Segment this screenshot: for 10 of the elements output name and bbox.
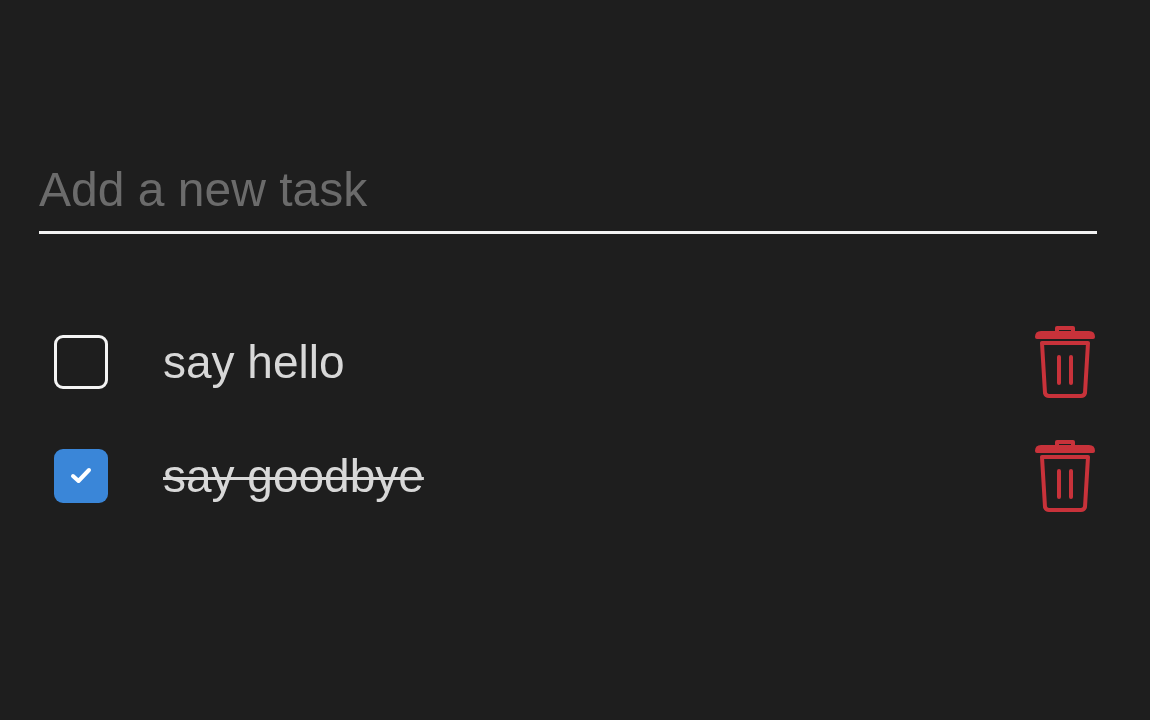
delete-button[interactable]: [1033, 439, 1097, 513]
delete-button[interactable]: [1033, 325, 1097, 399]
task-text: say hello: [163, 335, 346, 389]
checkbox[interactable]: [54, 335, 108, 389]
new-task-field[interactable]: Add a new task: [39, 158, 1097, 234]
task-text: say goodbye: [163, 449, 425, 503]
trash-icon: [1033, 325, 1097, 399]
checkbox[interactable]: [54, 449, 108, 503]
checkmark-icon: [70, 467, 92, 485]
trash-icon: [1033, 439, 1097, 513]
